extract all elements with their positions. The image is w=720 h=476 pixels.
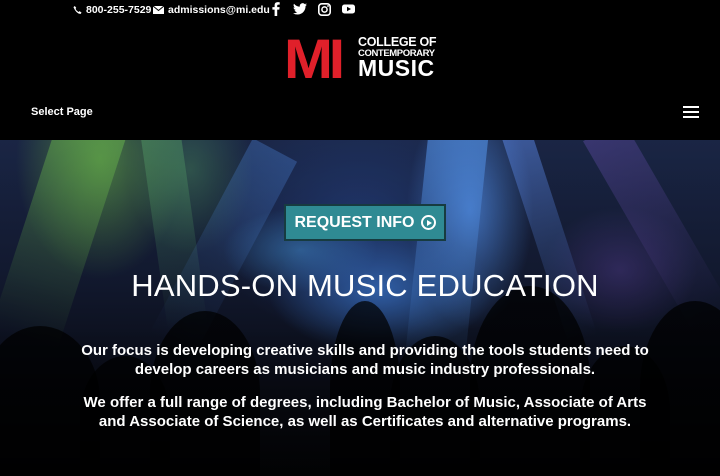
request-info-button[interactable]: REQUEST INFO bbox=[284, 204, 446, 241]
facebook-icon[interactable] bbox=[269, 2, 283, 16]
twitter-icon[interactable] bbox=[293, 2, 307, 16]
envelope-icon bbox=[153, 4, 164, 16]
phone-number: 800-255-7529 bbox=[86, 4, 152, 16]
phone-icon bbox=[73, 4, 82, 16]
play-circle-icon bbox=[420, 215, 436, 230]
hero-paragraph-degrees-line-2: and Associate of Science, as well as Cer… bbox=[98, 412, 632, 430]
instagram-icon[interactable] bbox=[317, 2, 331, 16]
select-page-dropdown[interactable]: Select Page bbox=[31, 106, 93, 118]
hero-paragraph-degrees: We offer a full range of degrees, includ… bbox=[0, 394, 720, 431]
social-links bbox=[269, 1, 355, 17]
request-info-label: REQUEST INFO bbox=[294, 213, 415, 231]
email-address: admissions@mi.edu bbox=[168, 4, 270, 16]
phone-link[interactable]: 800-255-7529 bbox=[73, 3, 151, 17]
logo-wordmark: COLLEGE OF CONTEMPORARY MUSIC bbox=[358, 35, 437, 81]
hamburger-menu-icon[interactable] bbox=[683, 106, 699, 118]
logo-mark: MI bbox=[284, 27, 345, 90]
top-contact-bar: 800-255-7529 admissions@mi.edu bbox=[0, 0, 720, 22]
hero-paragraph-focus: Our focus is developing creative skills … bbox=[0, 342, 720, 379]
youtube-icon[interactable] bbox=[341, 2, 355, 16]
logo-line-1: COLLEGE OF bbox=[358, 35, 437, 49]
hero-paragraph-focus-line-2: develop careers as musicians and music i… bbox=[134, 360, 596, 378]
hero-headline: HANDS-ON MUSIC EDUCATION bbox=[131, 268, 599, 303]
hero-paragraph-focus-line-1: Our focus is developing creative skills … bbox=[81, 342, 649, 359]
logo-line-3: MUSIC bbox=[358, 55, 435, 81]
site-logo[interactable]: MI COLLEGE OF CONTEMPORARY MUSIC bbox=[284, 27, 450, 90]
hero-paragraph-degrees-line-1: We offer a full range of degrees, includ… bbox=[83, 394, 647, 411]
email-link[interactable]: admissions@mi.edu bbox=[153, 3, 270, 17]
